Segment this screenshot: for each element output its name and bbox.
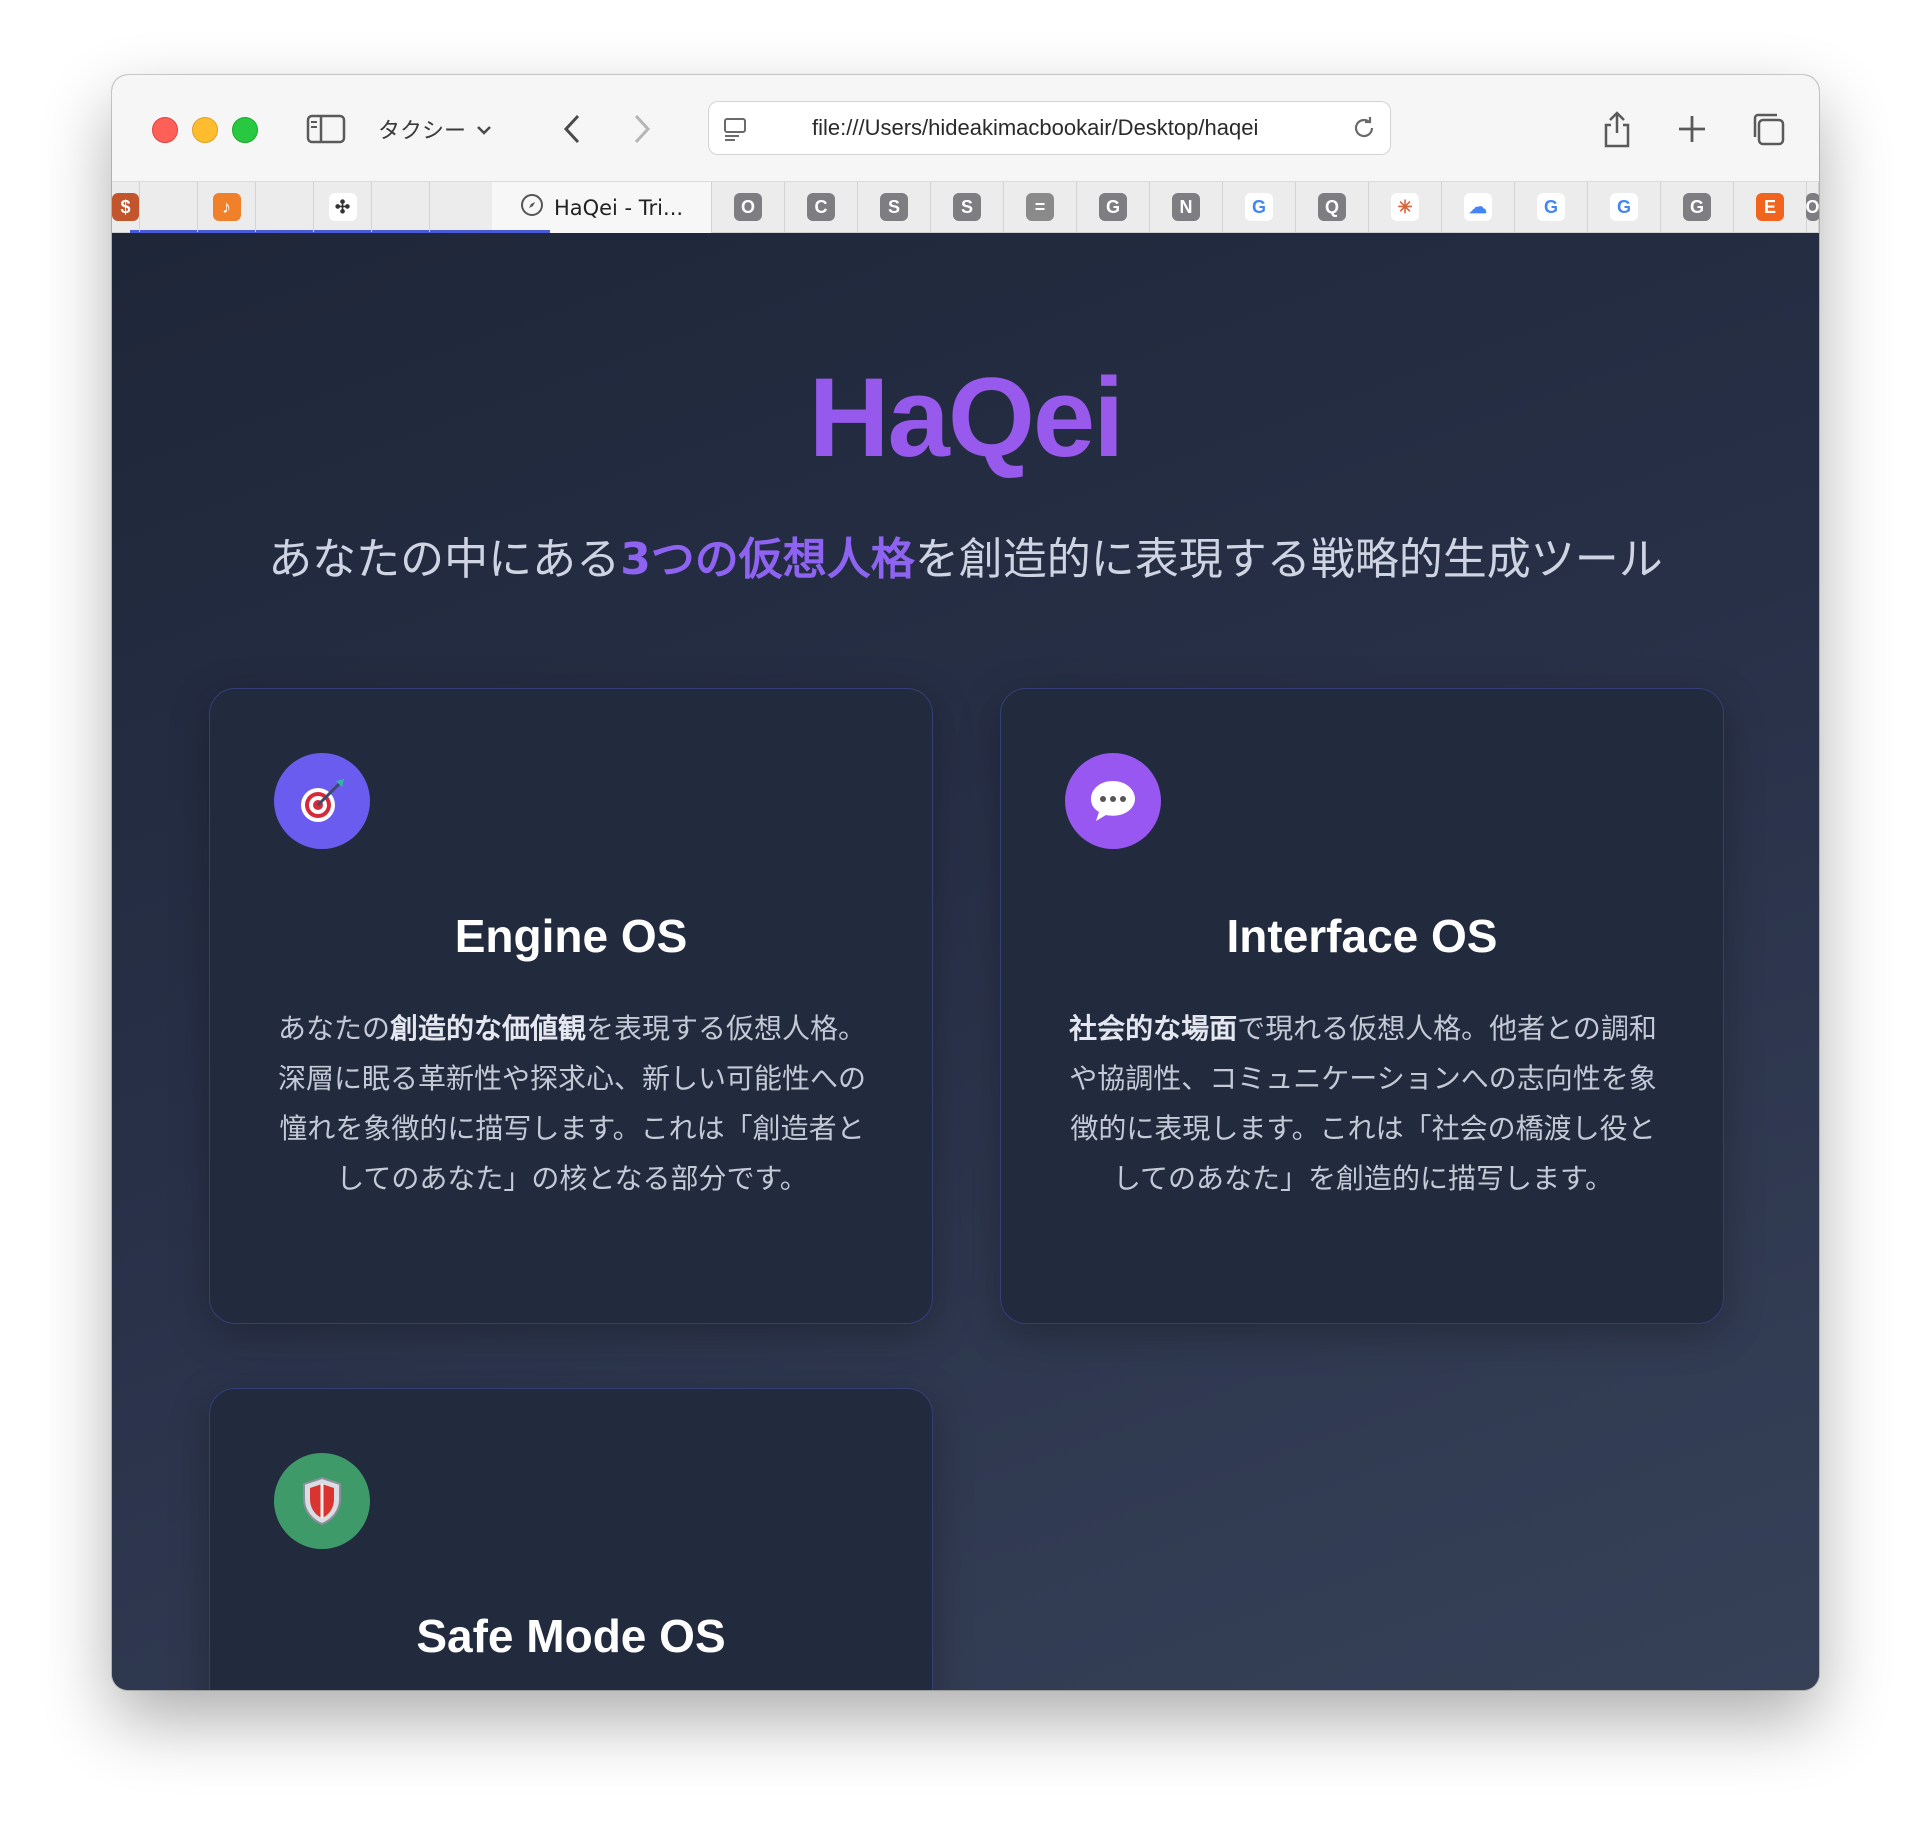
pinned-tab[interactable]: O — [712, 182, 785, 232]
new-tab-icon[interactable] — [1672, 107, 1712, 151]
forward-button[interactable] — [622, 109, 662, 149]
pinned-tab[interactable]: G — [1077, 182, 1150, 232]
microsoft-icon — [155, 193, 183, 221]
pinned-tab[interactable]: E — [1734, 182, 1807, 232]
engine-os-card: Engine OS あなたの創造的な価値観を表現する仮想人格。深層に眠る革新性や… — [209, 688, 933, 1324]
safe-mode-os-card: Safe Mode OS — [209, 1388, 933, 1690]
maximize-window-button[interactable] — [232, 117, 258, 143]
reload-icon[interactable] — [1350, 114, 1378, 142]
pinned-tab[interactable]: S — [858, 182, 931, 232]
browser-window: タクシー file:///Users/hideakimacbookair/Des… — [112, 75, 1819, 1690]
shield-icon — [274, 1453, 370, 1549]
card-description: あなたの創造的な価値観を表現する仮想人格。深層に眠る革新性や探求心、新しい可能性… — [274, 1004, 870, 1204]
card-title: Engine OS — [454, 910, 688, 962]
google-icon: G — [1245, 193, 1273, 221]
subtitle-before: あなたの中にある — [268, 534, 621, 585]
orange-app-icon: ♪ — [212, 193, 241, 221]
subtitle-after: を創造的に表現する戦略的生成ツール — [914, 534, 1663, 585]
card-desc-bold: 創造的な価値観 — [389, 1012, 586, 1045]
pinned-tab[interactable]: G — [1588, 182, 1661, 232]
close-window-button[interactable] — [152, 117, 178, 143]
tab-title: HaQei - Tri... — [553, 195, 684, 220]
compass-icon — [520, 193, 544, 222]
pinned-tab[interactable] — [372, 182, 430, 232]
pinned-tab[interactable]: G — [1515, 182, 1588, 232]
back-button[interactable] — [552, 109, 592, 149]
letter-n-icon: N — [1172, 193, 1200, 221]
etsy-icon: E — [1756, 193, 1784, 221]
sidebar-toggle-icon[interactable] — [306, 113, 346, 145]
tab-haqei[interactable]: HaQei - Tri... — [492, 182, 712, 233]
tab-overview-icon[interactable] — [1747, 107, 1789, 151]
speech-bubble-icon — [1065, 753, 1161, 849]
letter-g-icon: G — [1683, 193, 1711, 221]
pinned-tab[interactable]: G — [1661, 182, 1734, 232]
dollar-scroll-icon: $ — [112, 193, 139, 221]
microsoft-icon — [387, 193, 415, 221]
equals-icon: = — [1026, 193, 1054, 221]
app-subtitle: あなたの中にある3つの仮想人格を創造的に表現する戦略的生成ツール — [112, 523, 1819, 587]
subtitle-highlight: 3つの仮想人格 — [620, 534, 915, 585]
pinned-tab[interactable]: ☁ — [1442, 182, 1515, 232]
card-title: Interface OS — [1226, 910, 1498, 962]
pinned-tab[interactable]: G — [1223, 182, 1296, 232]
letter-o-icon: O — [1805, 193, 1819, 221]
pinned-tab[interactable]: O — [1805, 182, 1819, 232]
tab-group-menu[interactable]: タクシー — [378, 111, 492, 147]
pinned-tab[interactable] — [256, 182, 314, 232]
interface-os-card: Interface OS 社会的な場面で現れる仮想人格。他者との調和や協調性、コ… — [1000, 688, 1724, 1324]
pinned-tab[interactable]: ✣ — [314, 182, 372, 232]
pinned-tab[interactable]: N — [1150, 182, 1223, 232]
letter-q-icon: Q — [1318, 193, 1346, 221]
pinned-tab[interactable]: C — [785, 182, 858, 232]
page-settings-icon[interactable] — [721, 114, 751, 144]
chevron-left-icon — [563, 114, 580, 144]
page-content: HaQei あなたの中にある3つの仮想人格を創造的に表現する戦略的生成ツール E… — [112, 233, 1819, 1690]
dart-target-icon — [274, 753, 370, 849]
pinned-tab[interactable]: $ — [112, 182, 140, 232]
share-icon[interactable] — [1597, 107, 1637, 151]
puzzle-icon: ✣ — [328, 193, 357, 221]
card-title: Safe Mode OS — [416, 1610, 726, 1662]
letter-s-icon: S — [953, 193, 981, 221]
app-title: HaQei — [112, 353, 1819, 482]
microsoft-icon — [271, 193, 299, 221]
chevron-down-icon — [476, 117, 492, 142]
card-desc-pre: あなたの — [277, 1012, 390, 1045]
chevron-right-icon — [634, 114, 651, 144]
pinned-tab[interactable] — [140, 182, 198, 232]
tab-bar: HaQei - Tri... $ ♪ ✣ O C S S = G N G Q ✳ ☁ G G G E O — [112, 181, 1819, 233]
url-text[interactable]: file:///Users/hideakimacbookair/Desktop/… — [812, 102, 1332, 154]
letter-c-icon: C — [807, 193, 835, 221]
letter-g-icon: G — [1099, 193, 1127, 221]
google-cloud-icon: ☁ — [1464, 193, 1492, 221]
browser-toolbar: タクシー file:///Users/hideakimacbookair/Des… — [112, 75, 1819, 181]
minimize-window-button[interactable] — [192, 117, 218, 143]
pinned-tab[interactable]: ♪ — [198, 182, 256, 232]
address-bar[interactable]: file:///Users/hideakimacbookair/Desktop/… — [708, 101, 1391, 155]
pinned-tab[interactable]: Q — [1296, 182, 1369, 232]
letter-o-icon: O — [734, 193, 762, 221]
letter-s-icon: S — [880, 193, 908, 221]
pinned-tab[interactable]: S — [931, 182, 1004, 232]
google-icon: G — [1537, 193, 1565, 221]
claude-icon: ✳ — [1391, 193, 1419, 221]
google-icon: G — [1610, 193, 1638, 221]
card-description: 社会的な場面で現れる仮想人格。他者との調和や協調性、コミュニケーションへの志向性… — [1065, 1004, 1661, 1204]
card-desc-bold: 社会的な場面 — [1069, 1012, 1238, 1045]
pinned-tab[interactable]: = — [1004, 182, 1077, 232]
pinned-tab[interactable]: ✳ — [1369, 182, 1442, 232]
tab-group-label: タクシー — [378, 119, 467, 144]
